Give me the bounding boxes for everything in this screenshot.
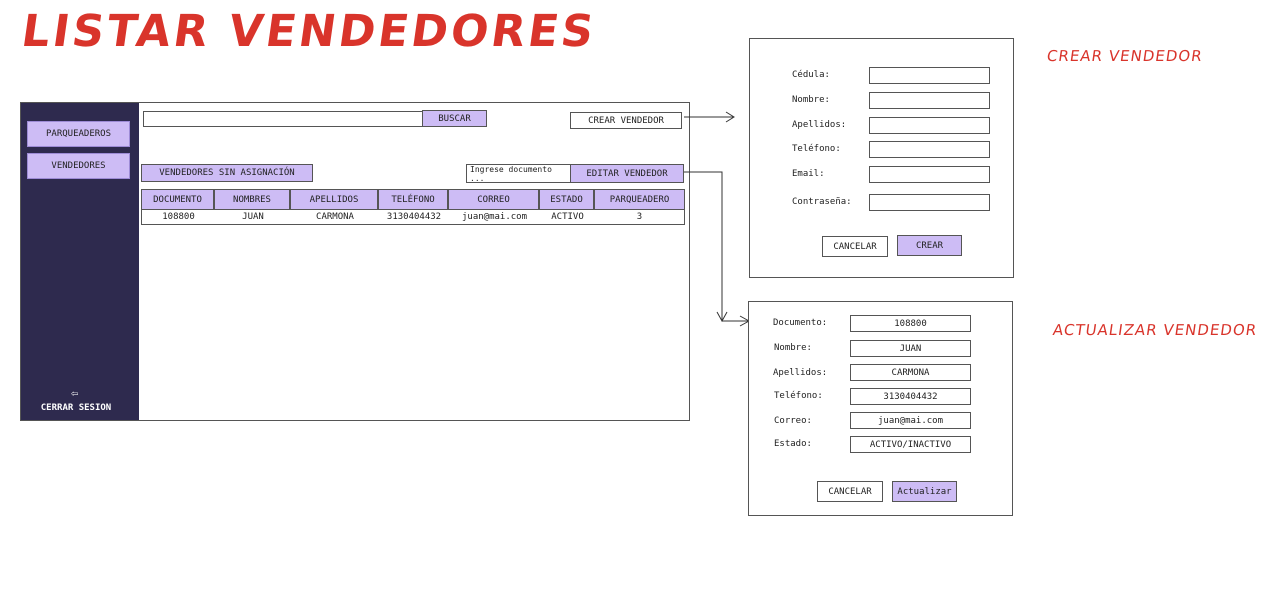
field-label: Correo:	[774, 416, 812, 426]
field-label: Cédula:	[792, 70, 830, 80]
cancel-button[interactable]: CANCELAR	[817, 481, 883, 502]
correo-field[interactable]: juan@mai.com	[850, 412, 971, 429]
field-label: Nombre:	[774, 343, 812, 353]
nombre-field[interactable]: JUAN	[850, 340, 971, 357]
email-field[interactable]	[869, 166, 990, 183]
create-form-title: CREAR VENDEDOR	[1045, 47, 1204, 65]
update-form-title: ACTUALIZAR VENDEDOR	[1051, 321, 1259, 339]
cedula-field[interactable]	[869, 67, 990, 84]
telefono-field[interactable]	[869, 141, 990, 158]
documento-field[interactable]: 108800	[850, 315, 971, 332]
create-vendor-form: Cédula: Nombre: Apellidos: Teléfono: Ema…	[749, 38, 1014, 278]
cancel-button[interactable]: CANCELAR	[822, 236, 888, 257]
nombre-field[interactable]	[869, 92, 990, 109]
field-label: Apellidos:	[773, 368, 828, 378]
telefono-field[interactable]: 3130404432	[850, 388, 971, 405]
field-label: Estado:	[774, 439, 812, 449]
field-label: Contraseña:	[792, 197, 852, 207]
field-label: Teléfono:	[774, 391, 823, 401]
update-button[interactable]: Actualizar	[892, 481, 957, 502]
field-label: Email:	[792, 169, 825, 179]
field-label: Apellidos:	[792, 120, 847, 130]
password-field[interactable]	[869, 194, 990, 211]
field-label: Teléfono:	[792, 144, 841, 154]
create-button[interactable]: CREAR	[897, 235, 962, 256]
field-label: Documento:	[773, 318, 828, 328]
arrow-to-update	[684, 171, 748, 322]
update-vendor-form: Documento: 108800 Nombre: JUAN Apellidos…	[748, 301, 1013, 516]
apellidos-field[interactable]: CARMONA	[850, 364, 971, 381]
field-label: Nombre:	[792, 95, 830, 105]
flow-arrows	[684, 111, 751, 327]
estado-field[interactable]: ACTIVO/INACTIVO	[850, 436, 971, 453]
apellidos-field[interactable]	[869, 117, 990, 134]
